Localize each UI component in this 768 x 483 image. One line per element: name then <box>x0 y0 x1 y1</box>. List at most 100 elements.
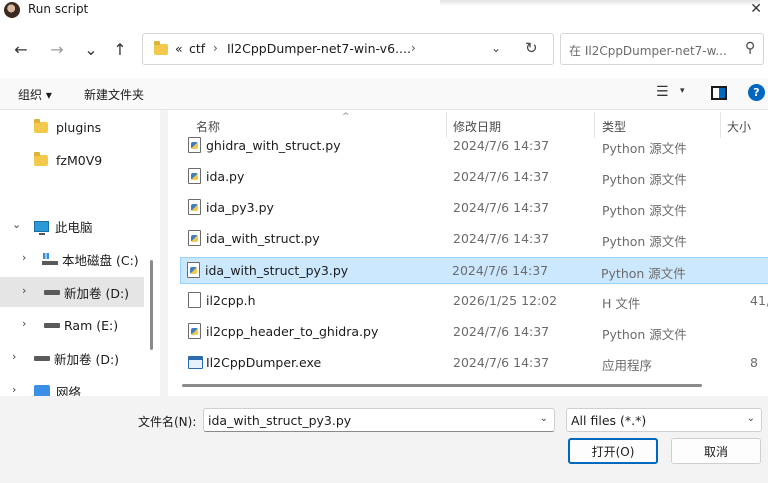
sidebar-item-label: plugins <box>56 119 102 135</box>
sidebar-item-network[interactable]: 网络 <box>34 376 154 396</box>
filename-input[interactable]: ida_with_struct_py3.py ⌄ <box>203 408 555 432</box>
file-row[interactable]: il2cpp.h 2026/1/25 12:02 H 文件 41,8 <box>182 288 768 315</box>
file-type: Python 源文件 <box>602 327 687 342</box>
file-size: 41,8 <box>750 293 768 308</box>
chevron-right-icon[interactable]: › <box>12 383 16 396</box>
back-arrow-icon[interactable]: ← <box>10 38 32 60</box>
chevron-right-icon[interactable]: › <box>22 284 26 297</box>
file-row[interactable]: il2cpp_header_to_ghidra.py 2024/7/6 14:3… <box>182 319 768 346</box>
python-file-icon <box>188 323 201 339</box>
horizontal-scrollbar[interactable] <box>182 384 702 387</box>
chevron-down-icon[interactable]: ⌄ <box>747 413 755 424</box>
file-row[interactable]: ida_py3.py 2024/7/6 14:37 Python 源文件 <box>182 195 768 222</box>
search-icon[interactable]: ⚲ <box>745 40 755 56</box>
sidebar-item-label: 新加卷 (D:) <box>64 285 130 301</box>
file-name: ida_py3.py <box>206 200 274 215</box>
computer-icon <box>34 220 49 235</box>
chevron-down-icon[interactable]: ⌄ <box>540 413 548 424</box>
help-icon[interactable]: ? <box>748 84 765 101</box>
breadcrumb-ctf[interactable]: ctf <box>189 41 205 56</box>
sidebar-item-plugins[interactable]: plugins <box>34 112 154 142</box>
file-name: il2cpp.h <box>206 293 256 308</box>
sort-ascending-icon: ^ <box>342 112 350 122</box>
sidebar-item-drive-e[interactable]: Ram (E:) <box>44 310 154 340</box>
file-size: 8 <box>750 355 758 370</box>
python-file-icon <box>188 230 201 246</box>
address-bar[interactable]: « ctf › Il2CppDumper-net7-win-v6.... › ⌄… <box>142 33 554 65</box>
forward-arrow-icon[interactable]: → <box>46 38 68 60</box>
filetype-value: All files (*.*) <box>571 413 647 428</box>
sidebar-scrollbar[interactable] <box>150 260 153 350</box>
drive-icon <box>44 289 60 295</box>
file-row[interactable]: Il2CppDumper.exe 2024/7/6 14:37 应用程序 8 <box>182 350 768 377</box>
file-type: Python 源文件 <box>602 203 687 218</box>
network-icon <box>34 385 50 396</box>
sidebar-item-drive-c[interactable]: 本地磁盘 (C:) <box>42 244 154 274</box>
file-modified: 2024/7/6 14:37 <box>453 200 550 215</box>
open-button[interactable]: 打开(O) <box>568 438 658 464</box>
application-icon <box>188 356 203 369</box>
file-name: ida_with_struct.py <box>206 231 320 246</box>
title-bar: Run script ✕ <box>0 0 768 22</box>
navigation-pane: plugins fzM0V9 ⌄ 此电脑 › 本地磁盘 (C:) 新加卷 (D:… <box>0 110 160 396</box>
navigation-bar: ← → ⌄ ↑ « ctf › Il2CppDumper-net7-win-v6… <box>0 22 768 78</box>
file-name: ida_with_struct_py3.py <box>205 263 349 278</box>
view-options-caret-icon[interactable]: ▾ <box>680 86 685 96</box>
python-file-icon <box>188 137 201 153</box>
file-name: ida.py <box>206 169 245 184</box>
folder-icon <box>34 118 48 133</box>
search-input[interactable]: 在 Il2CppDumper-net7-w... ⚲ <box>560 33 764 65</box>
file-type: Python 源文件 <box>602 172 687 187</box>
sidebar-item-label: fzM0V9 <box>56 152 103 168</box>
file-type: Python 源文件 <box>601 266 686 281</box>
file-type: H 文件 <box>602 296 641 311</box>
recent-locations-chevron-icon[interactable]: ⌄ <box>80 38 102 60</box>
close-icon[interactable]: ✕ <box>750 1 762 17</box>
breadcrumb-overflow[interactable]: « <box>175 41 183 56</box>
windows-drive-icon <box>42 253 58 265</box>
chevron-right-icon[interactable]: › <box>12 350 16 363</box>
sidebar-item-new-volume-d[interactable]: 新加卷 (D:) <box>34 343 154 373</box>
preview-pane-icon[interactable] <box>711 86 727 100</box>
sidebar-item-fzm0v9[interactable]: fzM0V9 <box>34 145 154 175</box>
sidebar-item-label: 此电脑 <box>55 219 93 235</box>
file-row-selected[interactable]: ida_with_struct_py3.py 2024/7/6 14:37 Py… <box>180 257 768 284</box>
breadcrumb-separator-end[interactable]: › <box>411 41 416 55</box>
file-row[interactable]: ghidra_with_struct.py 2024/7/6 14:37 Pyt… <box>182 133 768 160</box>
document-file-icon <box>188 292 201 308</box>
sidebar-item-label: Ram (E:) <box>64 317 119 333</box>
file-modified: 2024/7/6 14:37 <box>453 324 550 339</box>
breadcrumb-separator: › <box>213 41 218 55</box>
sidebar-item-this-pc[interactable]: 此电脑 <box>34 211 154 241</box>
pane-splitter[interactable] <box>160 110 168 396</box>
folder-icon <box>34 151 48 166</box>
breadcrumb-il2cppdumper[interactable]: Il2CppDumper-net7-win-v6.... <box>227 41 411 56</box>
filetype-select[interactable]: All files (*.*) ⌄ <box>566 408 762 432</box>
up-arrow-icon[interactable]: ↑ <box>109 38 131 60</box>
file-row[interactable]: ida.py 2024/7/6 14:37 Python 源文件 <box>182 164 768 191</box>
file-type: 应用程序 <box>602 358 653 373</box>
app-icon <box>4 2 20 18</box>
dialog-footer: 文件名(N): ida_with_struct_py3.py ⌄ All fil… <box>0 396 768 483</box>
organize-menu-button[interactable]: 组织 ▾ <box>18 86 52 103</box>
file-row[interactable]: ida_with_struct.py 2024/7/6 14:37 Python… <box>182 226 768 253</box>
search-placeholder: 在 Il2CppDumper-net7-w... <box>569 44 727 58</box>
chevron-down-icon[interactable]: ⌄ <box>12 218 21 231</box>
file-type: Python 源文件 <box>602 141 687 156</box>
chevron-right-icon[interactable]: › <box>22 317 26 330</box>
refresh-icon[interactable]: ↻ <box>525 39 538 57</box>
address-dropdown-icon[interactable]: ⌄ <box>491 41 501 55</box>
column-header-label: 名称 <box>196 120 221 134</box>
cancel-button[interactable]: 取消 <box>671 438 761 464</box>
chevron-right-icon[interactable]: › <box>22 251 26 264</box>
view-options-icon[interactable]: ☰ <box>656 84 669 100</box>
file-type: Python 源文件 <box>602 234 687 249</box>
filename-label: 文件名(N): <box>138 415 197 429</box>
window-title: Run script <box>28 2 89 16</box>
drive-icon <box>34 355 50 361</box>
sidebar-item-label: 网络 <box>56 384 82 397</box>
new-folder-button[interactable]: 新建文件夹 <box>84 86 144 103</box>
python-file-icon <box>188 168 201 184</box>
sidebar-item-label: 新加卷 (D:) <box>54 351 120 367</box>
folder-icon <box>154 41 168 55</box>
